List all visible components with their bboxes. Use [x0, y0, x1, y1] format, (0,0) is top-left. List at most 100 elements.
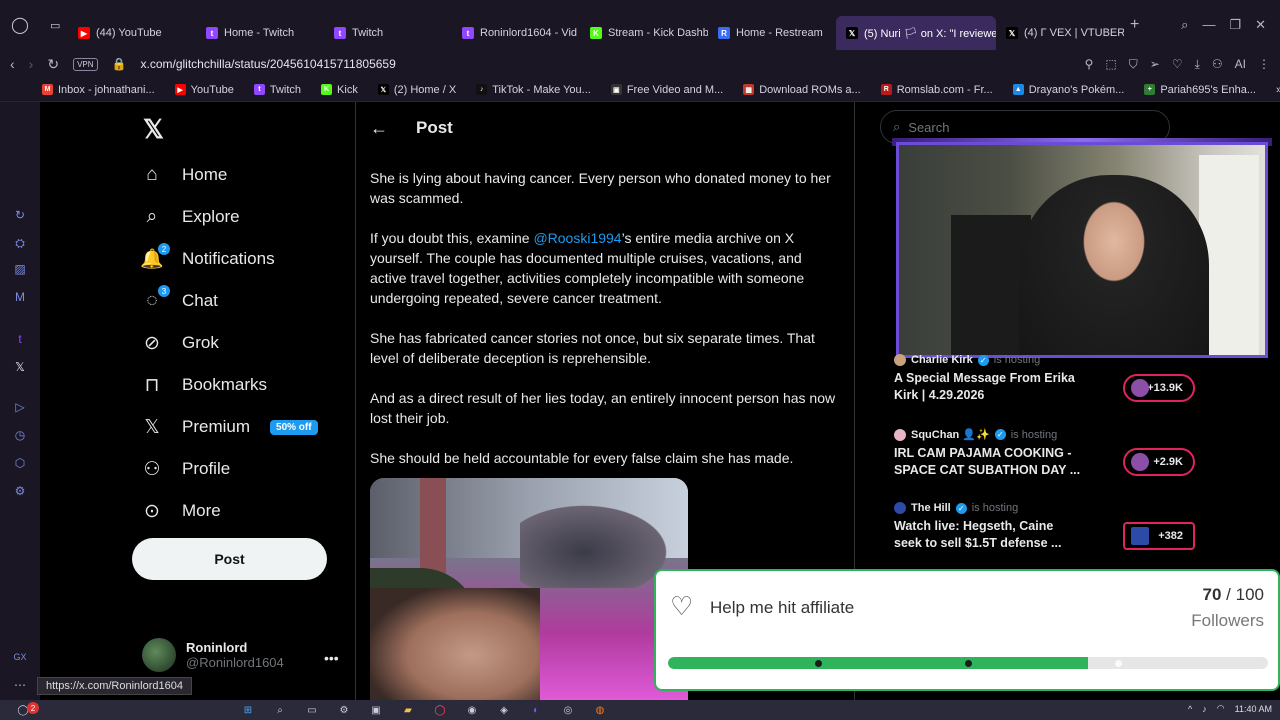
bookmark-item[interactable]: R Romslab.com - Fr...	[880, 84, 993, 96]
sidebar-settings-icon[interactable]: ⚙	[13, 484, 27, 498]
shield-icon[interactable]: ⛉	[1129, 57, 1138, 72]
sidebar-cube-icon[interactable]: ▨	[13, 262, 27, 276]
sidebar-mail-icon[interactable]: M	[13, 290, 27, 304]
nav-item-grok[interactable]: ⊘ Grok	[140, 331, 219, 355]
account-switcher[interactable]: Roninlord @Roninlord1604	[142, 638, 284, 672]
taskbar-folder-icon[interactable]: ▰	[399, 703, 417, 717]
bookmark-item[interactable]: t Twitch	[253, 84, 301, 96]
tray-chevron-icon[interactable]: ^	[1188, 704, 1192, 714]
heart-icon[interactable]: ♡	[1172, 57, 1183, 71]
close-window-icon[interactable]: ✕	[1255, 17, 1266, 33]
download-icon[interactable]: ⤓	[1195, 57, 1200, 72]
ai-button[interactable]: AI	[1235, 57, 1246, 71]
mention-link[interactable]: @Rooski1994	[533, 230, 621, 246]
nav-item-premium[interactable]: 𝕏 Premium 50% off	[140, 415, 318, 439]
taskbar-discord-icon[interactable]: ◐	[527, 703, 545, 717]
search-tabs-icon[interactable]: ⌕	[1181, 17, 1188, 33]
post-image[interactable]	[370, 478, 688, 700]
taskbar-obs-icon[interactable]: ◉	[463, 703, 481, 717]
url-field[interactable]: x.com/glitchchilla/status/20456104157118…	[140, 57, 395, 71]
bookmark-item[interactable]: ♪ TikTok - Make You...	[476, 84, 591, 96]
browser-tab[interactable]: 𝕏 (4) Γ VEX | VTUBER	[996, 16, 1124, 50]
bookmark-item[interactable]: 𝕏 (2) Home / X	[377, 84, 456, 96]
sidebar-x-icon[interactable]: 𝕏	[13, 360, 27, 374]
sidebar-extensions-icon[interactable]: ⬡	[13, 456, 27, 470]
menu-icon[interactable]: ⋮	[1258, 57, 1270, 71]
nav-item-bookmarks[interactable]: ⊓ Bookmarks	[140, 373, 267, 397]
minimize-icon[interactable]: —	[1202, 17, 1215, 33]
nav-item-home[interactable]: ⌂ Home	[140, 163, 227, 187]
tray-mic-icon[interactable]: ♪	[1202, 704, 1207, 714]
bookmark-item[interactable]: ▦ Download ROMs a...	[743, 84, 861, 96]
account-icon[interactable]: ⚇	[1212, 57, 1223, 71]
account-more-icon[interactable]: •••	[324, 650, 339, 666]
nav-item-explore[interactable]: ⌕ Explore	[140, 205, 240, 229]
taskbar-browser-icon[interactable]: ◯	[431, 703, 449, 717]
bookmark-item[interactable]: ▶ YouTube	[174, 84, 234, 96]
x-logo-icon[interactable]: 𝕏	[143, 114, 164, 145]
goal-milestone-dot	[965, 660, 972, 667]
hosted-stream[interactable]: SquChan 👤✨ ✓ is hosting IRL CAM PAJAMA COOK…	[894, 428, 1195, 479]
sidebar-player-icon[interactable]: ⛭	[13, 236, 27, 250]
bookmark-item[interactable]: ▣ Free Video and M...	[610, 83, 724, 96]
bookmark-item[interactable]: ▲ Drayano's Pokém...	[1012, 84, 1124, 96]
lock-icon[interactable]: 🔒	[112, 57, 127, 71]
tab-label: Stream - Kick Dashb	[608, 27, 708, 39]
taskbar-taskview-icon[interactable]: ▭	[303, 703, 321, 717]
webcam-person	[1019, 175, 1209, 355]
pin-icon[interactable]: ⚲	[1085, 57, 1094, 71]
bookmark-label: Free Video and M...	[626, 83, 724, 96]
bookmark-item[interactable]: + Pariah695's Enha...	[1144, 84, 1256, 96]
opera-gx-logo-icon[interactable]: ◯	[0, 15, 40, 35]
taskbar-firefox-icon[interactable]: ◍	[591, 703, 609, 717]
viewer-thumbnail	[1131, 453, 1149, 471]
new-tab-button[interactable]: +	[1130, 16, 1139, 34]
viewer-count-pill[interactable]: +2.9K	[1123, 448, 1195, 476]
snapshot-icon[interactable]: ⬚	[1105, 57, 1116, 71]
nav-item-profile[interactable]: ⚇ Profile	[140, 457, 230, 481]
sidebar-play-icon[interactable]: ▷	[13, 400, 27, 414]
hosted-stream[interactable]: Charlie Kirk ✓ is hosting A Special Message…	[894, 354, 1195, 404]
browser-tab[interactable]: 𝕏(5) Nuri 🏳 on X: "I reviewe✕	[836, 16, 996, 50]
tab-label: Twitch	[352, 27, 384, 39]
taskbar-app-icon[interactable]: ◈	[495, 703, 513, 717]
bookmark-favicon-icon: +	[1144, 84, 1156, 95]
bookmark-item[interactable]: K Kick	[321, 84, 358, 96]
viewer-count-pill[interactable]: +13.9K	[1123, 374, 1195, 402]
forward-icon[interactable]: ›	[29, 56, 34, 72]
clock[interactable]: 11:40 AM	[1235, 704, 1272, 714]
back-arrow-icon[interactable]: ←	[370, 118, 388, 139]
compose-post-button[interactable]: Post	[132, 538, 327, 580]
send-icon[interactable]: ➢	[1150, 57, 1160, 71]
browser-tab[interactable]: t Roninlord1604 - Vid	[452, 16, 580, 50]
bookmark-item[interactable]: M Inbox - johnathani...	[42, 84, 155, 96]
back-icon[interactable]: ‹	[10, 56, 15, 72]
taskbar-steam-icon[interactable]: ◎	[559, 703, 577, 717]
taskbar-search-icon[interactable]: ⌕	[271, 703, 289, 717]
browser-tab[interactable]: t Home - Twitch	[196, 16, 324, 50]
hosted-stream[interactable]: The Hill ✓ is hosting Watch live: Hegseth, …	[894, 502, 1195, 552]
sidebar-history-icon[interactable]: ◷	[13, 428, 27, 442]
nav-item-notifications[interactable]: 🔔 2 Notifications	[140, 243, 275, 271]
taskbar-photos-icon[interactable]: ▣	[367, 703, 385, 717]
tray-wifi-icon[interactable]: ◠	[1217, 703, 1225, 714]
restore-icon[interactable]: ❐	[1229, 17, 1241, 33]
browser-tab[interactable]: K Stream - Kick Dashb	[580, 16, 708, 50]
reload-icon[interactable]: ↻	[47, 56, 59, 73]
viewer-count-pill[interactable]: +382	[1123, 522, 1195, 550]
tab-workspace-icon[interactable]: ▭	[40, 8, 68, 42]
browser-tab[interactable]: ▶ (44) YouTube	[68, 16, 196, 50]
nav-item-chat[interactable]: ◌ 3 Chat	[140, 285, 218, 313]
sidebar-more-icon[interactable]: ⋯	[13, 678, 27, 692]
browser-tab[interactable]: t Twitch	[324, 16, 452, 50]
browser-tab[interactable]: R Home - Restream	[708, 16, 836, 50]
windows-start-icon[interactable]: ⊞	[239, 703, 257, 717]
sidebar-recent-icon[interactable]: ↻	[13, 208, 27, 222]
bookmarks-overflow-icon[interactable]: »	[1276, 84, 1280, 96]
taskbar-settings-icon[interactable]: ⚙	[335, 703, 353, 717]
nav-item-more[interactable]: ⊙ More	[140, 499, 221, 523]
sidebar-twitch-icon[interactable]: t	[13, 332, 27, 346]
vpn-badge[interactable]: VPN	[73, 57, 98, 71]
tab-favicon-icon: t	[462, 27, 474, 39]
sidebar-gx-icon[interactable]: GX	[13, 650, 27, 664]
